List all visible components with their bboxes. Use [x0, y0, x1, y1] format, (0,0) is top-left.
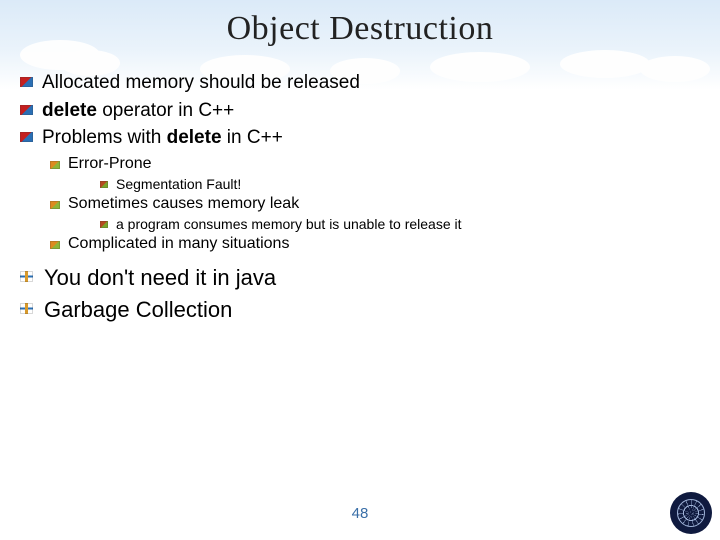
bullet-item: Garbage Collection: [18, 295, 702, 325]
bullet-item: Problems with delete in C++: [18, 125, 702, 151]
bullet-list-emphasis: You don't need it in java Garbage Collec…: [18, 263, 702, 324]
bullet-item: Sometimes causes memory leak a program c…: [48, 195, 702, 232]
bullet-text: operator in C++: [97, 100, 234, 121]
bullet-list-level3: Segmentation Fault!: [98, 176, 702, 192]
bullet-text: in C++: [222, 127, 283, 148]
logo-inner-graphic: [677, 499, 705, 527]
bullet-item: You don't need it in java: [18, 263, 702, 293]
bullet-item: Error-Prone Segmentation Fault!: [48, 155, 702, 192]
slide-content: Allocated memory should be released dele…: [0, 48, 720, 324]
bullet-text: Allocated memory should be released: [42, 72, 360, 93]
bullet-bold: delete: [42, 100, 97, 121]
bullet-text: Error-Prone: [68, 155, 152, 172]
bullet-text: Sometimes causes memory leak: [68, 195, 299, 212]
bullet-list-level2: Error-Prone Segmentation Fault! Sometime…: [48, 155, 702, 253]
bullet-text: Problems with: [42, 127, 167, 148]
bullet-list-level3: a program consumes memory but is unable …: [98, 216, 702, 232]
bullet-text: Garbage Collection: [44, 297, 232, 322]
bullet-text: You don't need it in java: [44, 265, 276, 290]
bullet-text: Segmentation Fault!: [116, 176, 241, 192]
bullet-item: Segmentation Fault!: [98, 176, 702, 192]
bullet-bold: delete: [167, 127, 222, 148]
page-number: 48: [0, 505, 720, 522]
bullet-text: a program consumes memory but is unable …: [116, 216, 462, 232]
bullet-item: delete operator in C++: [18, 98, 702, 124]
bullet-item: a program consumes memory but is unable …: [98, 216, 702, 232]
institution-logo: [670, 492, 712, 534]
slide-title: Object Destruction: [0, 0, 720, 48]
bullet-list-level1: Allocated memory should be released dele…: [18, 70, 702, 151]
bullet-item: Complicated in many situations: [48, 235, 702, 253]
bullet-item: Allocated memory should be released: [18, 70, 702, 96]
bullet-text: Complicated in many situations: [68, 235, 289, 252]
